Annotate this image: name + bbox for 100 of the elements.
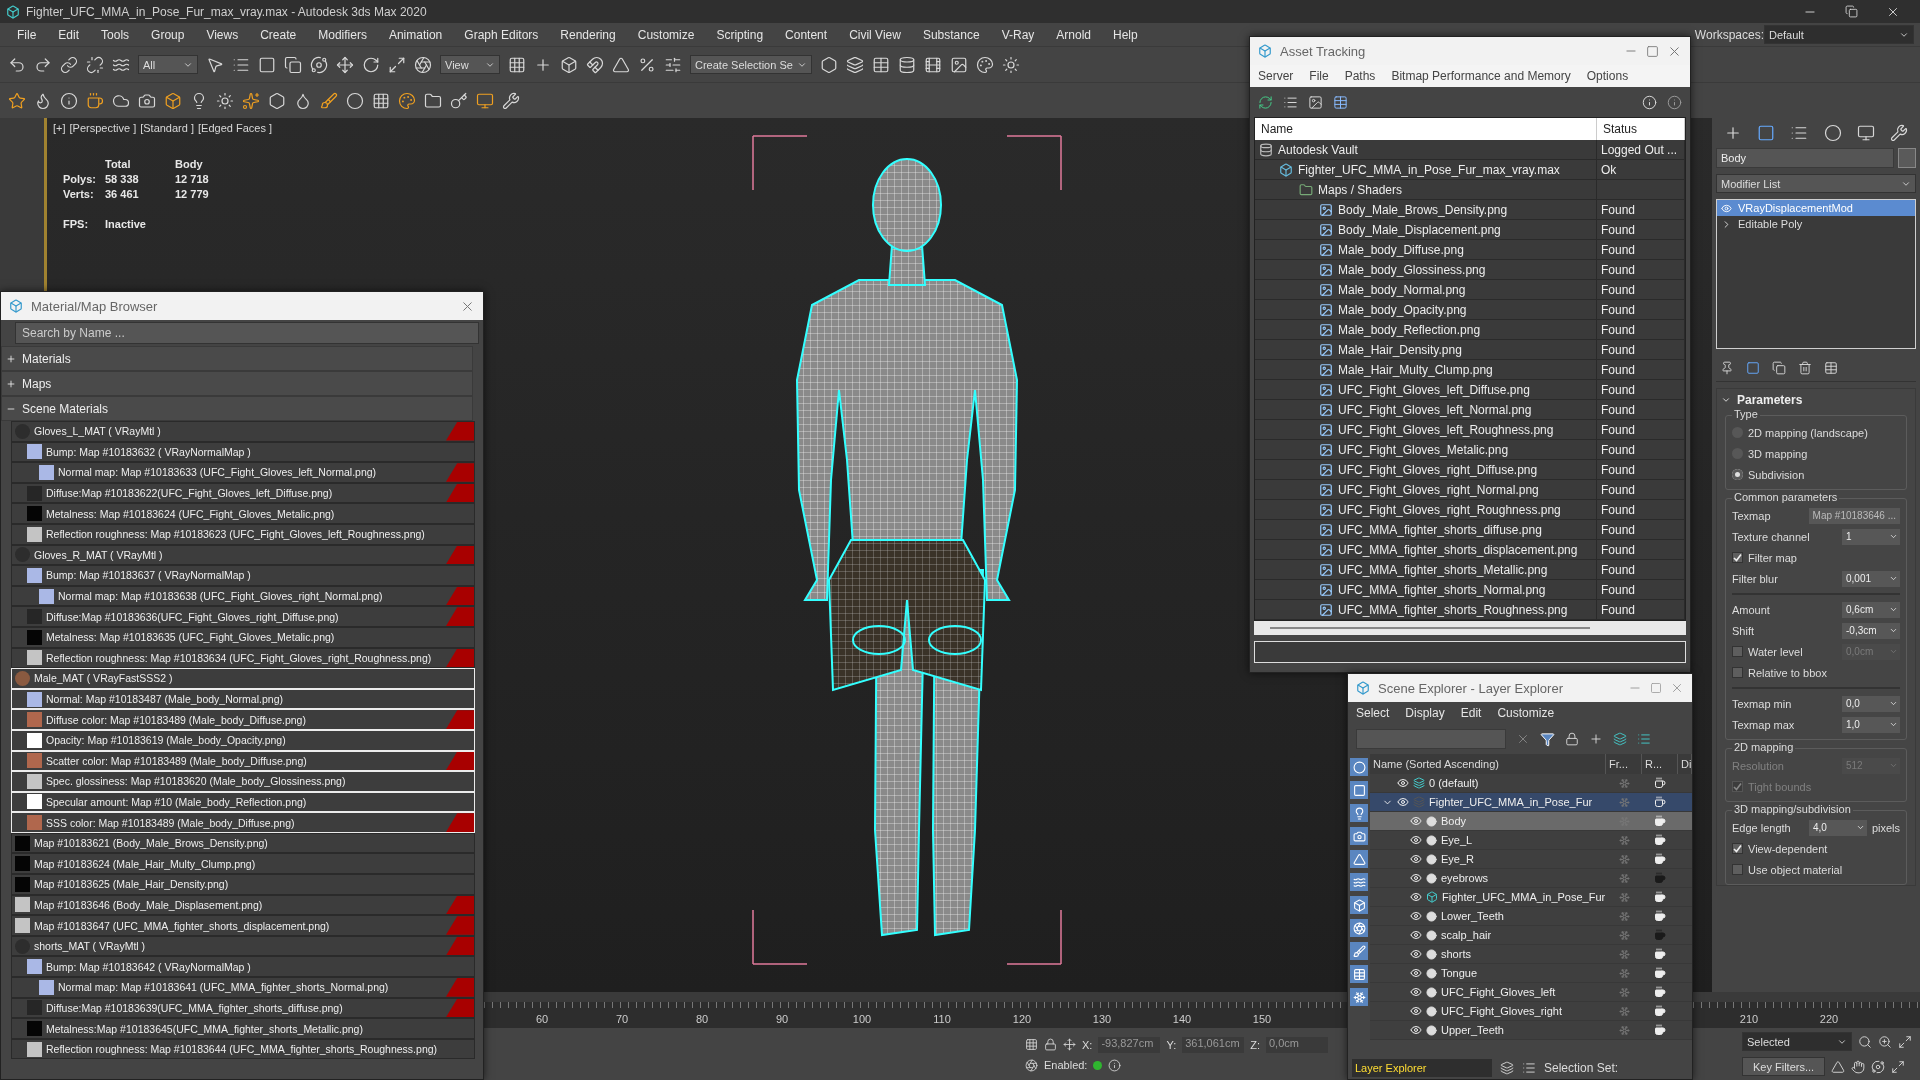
menu-item[interactable]: Graph Editors	[453, 27, 550, 42]
material-list-item[interactable]: Normal: Map #10183487 (Male_body_Normal.png)	[11, 688, 475, 710]
material-list-item[interactable]: Scatter color: Map #10183489 (Male_body_Diffuse.png)	[11, 750, 475, 772]
spinner-field[interactable]: 4,0	[1808, 819, 1867, 836]
modifier-list-dropdown[interactable]: Modifier List	[1716, 174, 1916, 193]
spinner-field[interactable]: 0,001	[1842, 570, 1900, 587]
spinner-field[interactable]: 1,0	[1842, 716, 1900, 733]
file-name-cell[interactable]: UFC_Fight_Gloves_Metalic.png	[1255, 440, 1597, 460]
spinner-field[interactable]: 0,0	[1842, 695, 1900, 712]
column-header[interactable]: Fr...	[1606, 754, 1642, 774]
material-list-item[interactable]: Reflection roughness: Map #10183644 (UFC_MMA_fighter_shorts_Roughness.png)	[11, 1038, 475, 1060]
menu-item[interactable]: Civil View	[838, 27, 912, 42]
menu-item[interactable]: Edit	[1460, 706, 1482, 720]
menu-item[interactable]: File	[6, 27, 48, 42]
material-list-item[interactable]: Metalness: Map #10183624 (UFC_Fight_Gloves_Metalic.png)	[11, 503, 475, 524]
material-list-item[interactable]: Diffuse:Map #10183639(UFC_MMA_fighter_shorts_diffuse.png)	[11, 997, 475, 1019]
object-row[interactable]: Body	[1370, 812, 1606, 831]
material-list-item[interactable]: Male_MAT ( VRayFastSSS2 )	[11, 668, 475, 689]
coordinate-field[interactable]: 0,0cm	[1266, 1036, 1328, 1053]
file-name-cell[interactable]: Maps / Shaders	[1255, 180, 1597, 200]
material-list-item[interactable]: Normal map: Map #10183633 (UFC_Fight_Gloves_left_Normal.png)	[11, 462, 475, 483]
rollout-header[interactable]: Parameters	[1721, 393, 1911, 407]
file-name-cell[interactable]: Autodesk Vault	[1255, 140, 1597, 160]
workspace-dropdown[interactable]: Default	[1764, 25, 1914, 44]
menu-item[interactable]: Content	[774, 27, 839, 42]
file-name-cell[interactable]: UFC_Fight_Gloves_right_Diffuse.png	[1255, 460, 1597, 480]
file-name-cell[interactable]: UFC_Fight_Gloves_right_Normal.png	[1255, 480, 1597, 500]
browser-group-header[interactable]: Scene Materials	[1, 396, 473, 421]
column-header[interactable]: Name (Sorted Ascending)	[1370, 754, 1606, 774]
modifier-stack-item[interactable]: Editable Poly	[1717, 216, 1915, 232]
menu-item[interactable]: Views	[195, 27, 250, 42]
material-list-item[interactable]: Bump: Map #10183632 ( VRayNormalMap )	[11, 441, 475, 463]
coordinate-field[interactable]: 361,061cm	[1182, 1036, 1245, 1053]
material-list-item[interactable]: Normal map: Map #10183641 (UFC_MMA_fighter_shorts_Normal.png)	[11, 977, 475, 998]
menu-item[interactable]: Scripting	[705, 27, 775, 42]
file-name-cell[interactable]: UFC_MMA_fighter_shorts_Roughness.png	[1255, 600, 1597, 620]
object-row[interactable]: Lower_Teeth	[1370, 907, 1606, 926]
layer-row[interactable]: 0 (default)	[1370, 774, 1606, 793]
object-row[interactable]: Eye_R	[1370, 850, 1606, 869]
spinner-field[interactable]: 0,6cm	[1842, 601, 1900, 618]
file-name-cell[interactable]: Body_Male_Brows_Density.png	[1255, 200, 1597, 220]
menu-item[interactable]: Help	[1102, 27, 1149, 42]
menu-item[interactable]: Substance	[911, 27, 991, 42]
material-list-item[interactable]: Gloves_R_MAT ( VRayMtl )	[11, 544, 475, 566]
material-list-item[interactable]: Gloves_L_MAT ( VRayMtl )	[11, 421, 475, 442]
named-selection-dropdown[interactable]: Create Selection Se	[690, 55, 812, 74]
menu-item[interactable]: Options	[1586, 69, 1629, 83]
material-list-item[interactable]: Diffuse:Map #10183622(UFC_Fight_Gloves_left_Diffuse.png)	[11, 482, 475, 504]
menu-item[interactable]: Bitmap Performance and Memory	[1391, 69, 1571, 83]
material-list-item[interactable]: Map #10183624 (Male_Hair_Multy_Clump.png)	[11, 853, 475, 875]
menu-item[interactable]: Arnold	[1045, 27, 1102, 42]
selection-filter-dropdown[interactable]: All	[138, 55, 198, 74]
material-list-item[interactable]: Specular amount: Map #10 (Male_body_Reflection.png)	[11, 791, 475, 813]
material-list-item[interactable]: Opacity: Map #10183619 (Male_body_Opacity.png)	[11, 729, 475, 751]
column-header[interactable]: Status	[1597, 118, 1685, 140]
key-filter-dropdown[interactable]: Selected	[1742, 1032, 1852, 1051]
layer-row[interactable]: Fighter_UFC_MMA_in_Pose_Fur	[1370, 793, 1606, 812]
object-row[interactable]: Fighter_UFC_MMA_in_Pose_Fur	[1370, 888, 1606, 907]
menu-item[interactable]: Display	[1405, 706, 1445, 720]
object-row[interactable]: UFC_Fight_Gloves_right	[1370, 1002, 1606, 1021]
file-name-cell[interactable]: UFC_MMA_fighter_shorts_displacement.png	[1255, 540, 1597, 560]
material-list-item[interactable]: Map #10183646 (Body_Male_Displasement.png)	[11, 894, 475, 916]
object-row[interactable]: eyebrows	[1370, 869, 1606, 888]
key-filters-button[interactable]: Key Filters...	[1742, 1057, 1826, 1076]
search-field[interactable]: Search by Name ...	[15, 322, 479, 344]
timeline-ruler[interactable]: 60 70 80 90 100 110 120 130 140 150	[484, 1002, 1347, 1028]
menu-item[interactable]: Edit	[47, 27, 91, 42]
file-name-cell[interactable]: Male_body_Glossiness.png	[1255, 260, 1597, 280]
material-list-item[interactable]: Bump: Map #10183642 ( VRayNormalMap )	[11, 956, 475, 978]
object-row[interactable]: shorts	[1370, 945, 1606, 964]
menu-item[interactable]: Modifiers	[307, 27, 378, 42]
file-name-cell[interactable]: UFC_Fight_Gloves_left_Diffuse.png	[1255, 380, 1597, 400]
menu-item[interactable]: Select	[1356, 706, 1390, 720]
material-list-item[interactable]: Map #10183625 (Male_Hair_Density.png)	[11, 874, 475, 895]
file-name-cell[interactable]: Male_body_Diffuse.png	[1255, 240, 1597, 260]
file-name-cell[interactable]: UFC_Fight_Gloves_left_Roughness.png	[1255, 420, 1597, 440]
file-name-cell[interactable]: Body_Male_Displacement.png	[1255, 220, 1597, 240]
coordinate-field[interactable]: -93,827cm	[1098, 1036, 1161, 1053]
material-list-item[interactable]: Reflection roughness: Map #10183623 (UFC_Fight_Gloves_left_Roughness.png)	[11, 523, 475, 545]
material-list-item[interactable]: Map #10183647 (UFC_MMA_fighter_shorts_displacement.png)	[11, 915, 475, 936]
material-list-item[interactable]: Map #10183621 (Body_Male_Brows_Density.png)	[11, 832, 475, 854]
column-header[interactable]: Di	[1678, 754, 1692, 774]
file-name-cell[interactable]: Fighter_UFC_MMA_in_Pose_Fur_max_vray.max	[1255, 160, 1597, 180]
file-name-cell[interactable]: UFC_MMA_fighter_shorts_Normal.png	[1255, 580, 1597, 600]
object-row[interactable]: Eye_L	[1370, 831, 1606, 850]
browser-group-header[interactable]: Materials	[1, 346, 473, 371]
object-row[interactable]: scalp_hair	[1370, 926, 1606, 945]
menu-item[interactable]: File	[1309, 69, 1329, 83]
material-list-item[interactable]: Bump: Map #10183637 ( VRayNormalMap )	[11, 565, 475, 586]
material-list-item[interactable]: Metalness:Map #10183645(UFC_MMA_fighter_shorts_Metallic.png)	[11, 1018, 475, 1039]
menu-item[interactable]: Paths	[1344, 69, 1376, 83]
material-list-item[interactable]: Diffuse:Map #10183636(UFC_Fight_Gloves_right_Diffuse.png)	[11, 606, 475, 627]
timeline-ruler[interactable]: 210 220	[1693, 1002, 1920, 1028]
object-row[interactable]: Tongue	[1370, 964, 1606, 983]
menu-item[interactable]: Customize	[1497, 706, 1555, 720]
material-list-item[interactable]: SSS color: Map #10183489 (Male_body_Diffuse.png)	[11, 812, 475, 833]
browser-group-header[interactable]: Maps	[1, 371, 473, 396]
menu-item[interactable]: Create	[249, 27, 308, 42]
spinner-field[interactable]: -0,3cm	[1842, 622, 1900, 639]
object-name-field[interactable]: Body	[1716, 148, 1894, 168]
